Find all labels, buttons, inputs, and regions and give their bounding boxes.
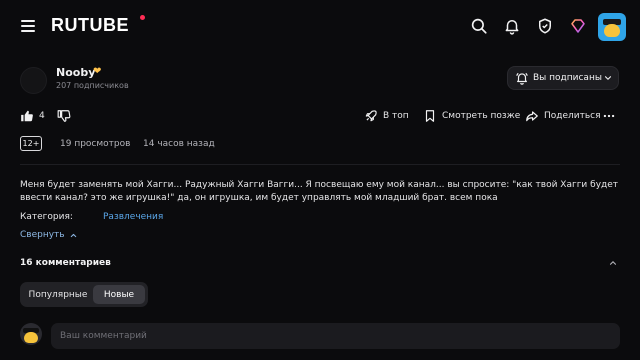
top-header: RUTUBE [0, 0, 640, 52]
subscriber-count: 207 подписчиков [56, 81, 129, 90]
category-link[interactable]: Развлечения [103, 212, 163, 222]
more-dots-icon [603, 114, 615, 118]
commenter-avatar [20, 323, 42, 345]
bookmark-icon [425, 110, 435, 122]
top-label: В топ [383, 111, 409, 121]
chevron-up-icon[interactable] [608, 258, 618, 268]
shield-icon[interactable] [534, 15, 556, 37]
like-button[interactable]: 4 [20, 109, 45, 123]
comment-sort-toggle: Популярные Новые [20, 282, 148, 307]
comment-input[interactable] [51, 323, 620, 349]
more-options-button[interactable] [602, 109, 621, 123]
chevron-down-icon [604, 76, 612, 80]
collapse-button[interactable]: Свернуть [20, 230, 78, 240]
comments-count: 16 комментариев [20, 258, 111, 268]
rocket-icon [365, 110, 377, 122]
like-count: 4 [39, 111, 45, 121]
subscribed-label: Вы подписаны [533, 73, 602, 83]
thumbs-up-icon [21, 110, 33, 122]
rutube-logo[interactable]: RUTUBE [51, 15, 129, 36]
channel-name[interactable]: Nooby [56, 66, 95, 79]
user-avatar[interactable] [598, 13, 626, 41]
heart-icon: ❤ [93, 66, 102, 77]
thumbs-down-icon [57, 110, 71, 122]
sort-popular-button[interactable]: Популярные [23, 285, 93, 304]
video-page: RUTUBE Nooby ❤ 207 подписчиков Вы подпис… [0, 0, 640, 360]
search-icon[interactable] [468, 15, 490, 37]
watch-later-label: Смотреть позже [442, 111, 521, 121]
logo-dot [140, 15, 145, 20]
watch-later-button[interactable]: Смотреть позже [423, 109, 520, 123]
view-count: 19 просмотров [60, 139, 131, 149]
category-label: Категория: [20, 212, 73, 222]
share-icon [526, 111, 538, 122]
share-button[interactable]: Поделиться [525, 109, 601, 123]
share-label: Поделиться [544, 111, 601, 121]
top-button[interactable]: В топ [364, 109, 409, 123]
menu-icon[interactable] [21, 20, 35, 32]
diamond-icon[interactable] [567, 15, 589, 37]
publish-time: 14 часов назад [143, 139, 215, 149]
divider [20, 164, 620, 165]
chevron-up-icon [70, 233, 76, 237]
subscribed-button[interactable]: Вы подписаны [507, 66, 619, 90]
collapse-label: Свернуть [20, 230, 65, 240]
age-rating-badge: 12+ [20, 136, 42, 151]
sort-new-button[interactable]: Новые [93, 285, 145, 304]
dislike-button[interactable] [57, 109, 76, 123]
video-description: Меня будет заменять мой Хагги... Радужны… [20, 180, 619, 203]
channel-avatar[interactable] [20, 67, 47, 94]
bell-ring-icon [516, 72, 528, 85]
bell-icon[interactable] [501, 15, 523, 37]
